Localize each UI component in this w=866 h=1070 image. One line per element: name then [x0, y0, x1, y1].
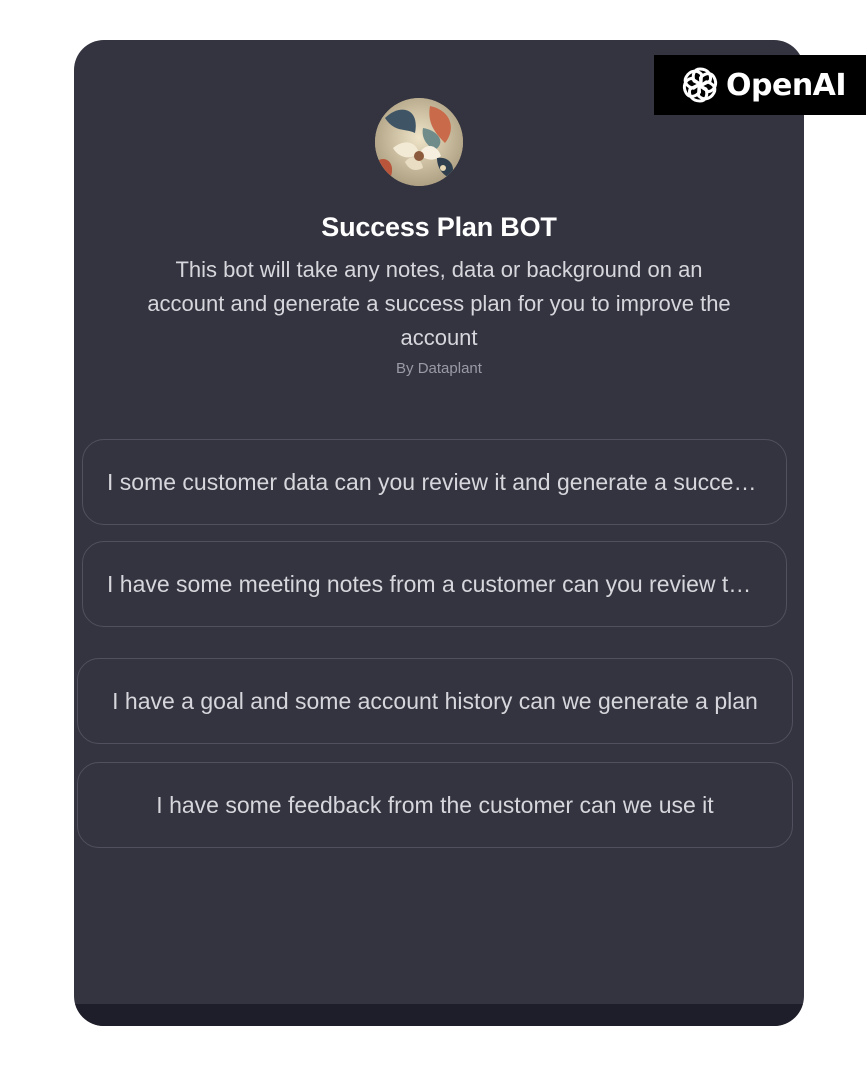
conversation-starter-label: I some customer data can you review it a… [107, 468, 762, 495]
openai-watermark: OpenAI [654, 55, 866, 115]
card-footer-strip [74, 1004, 804, 1026]
gpt-description: This bot will take any notes, data or ba… [147, 257, 731, 350]
conversation-starter-label: I have some feedback from the customer c… [156, 791, 714, 818]
gpt-preview-card: Success Plan BOT This bot will take any … [74, 40, 804, 1026]
conversation-starter-button[interactable]: I have some feedback from the customer c… [77, 762, 793, 848]
gpt-title: Success Plan BOT [321, 212, 557, 242]
conversation-starter-button[interactable]: I some customer data can you review it a… [82, 439, 787, 525]
gpt-author: By Dataplant [396, 360, 482, 377]
openai-wordmark: OpenAI [726, 67, 847, 103]
conversation-starter-label: I have a goal and some account history c… [112, 687, 758, 714]
gpt-avatar [375, 98, 463, 186]
openai-logo-icon [682, 67, 718, 103]
conversation-starter-button[interactable]: I have a goal and some account history c… [77, 658, 793, 744]
conversation-starter-button[interactable]: I have some meeting notes from a custome… [82, 541, 787, 627]
conversation-starter-label: I have some meeting notes from a custome… [107, 570, 762, 597]
